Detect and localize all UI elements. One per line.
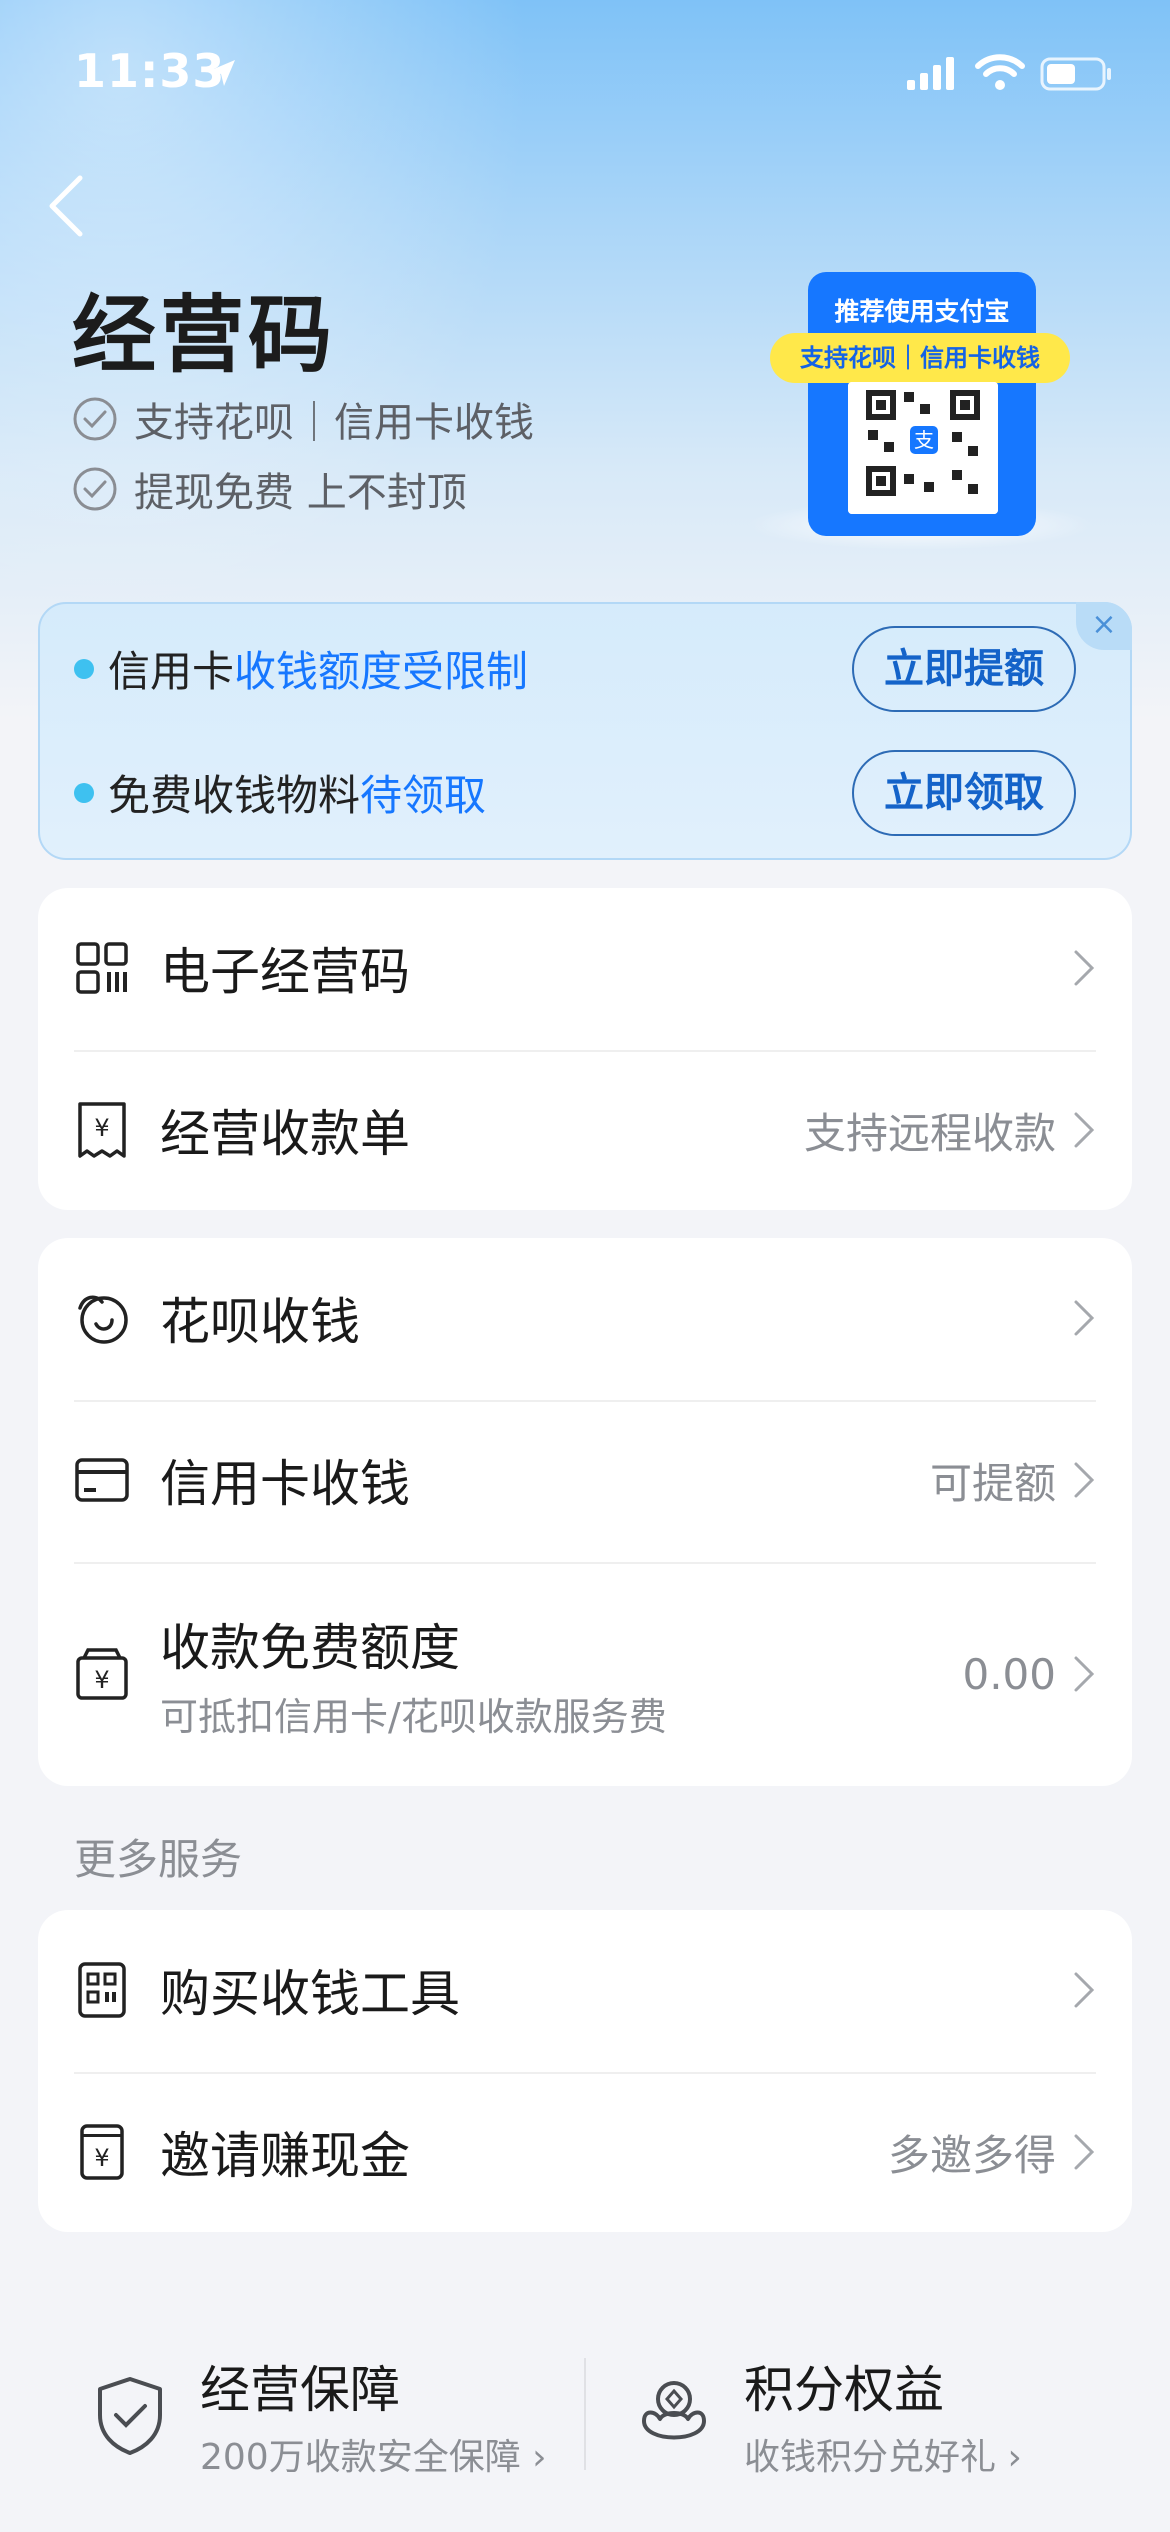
menu-item-label: 电子经营码 xyxy=(160,943,410,1001)
svg-text:支: 支 xyxy=(914,428,934,452)
chevron-right-icon xyxy=(1074,1112,1095,1148)
qr-tool-icon xyxy=(78,1962,126,2018)
menu-item-value: 可提额 xyxy=(929,1458,1056,1508)
menu-item-label: 经营收款单 xyxy=(160,1105,410,1163)
bottom-item-subtitle: 收钱积分兑好礼 › xyxy=(744,2437,1022,2478)
menu-item-text: 收款免费额度 可抵扣信用卡/花呗收款服务费 xyxy=(160,1608,962,1741)
notice-text: 信用卡 xyxy=(108,647,235,696)
menu-item-buy-tools[interactable]: 购买收钱工具 xyxy=(74,1910,1096,2070)
menu-item-invite[interactable]: ¥ 邀请赚现金 多邀多得 xyxy=(74,2072,1096,2232)
chevron-right-icon xyxy=(1074,1972,1095,2008)
bullet-dot-icon xyxy=(74,658,94,679)
menu-item-label: 收款免费额度 xyxy=(160,1618,460,1677)
notice-row: 免费收钱物料 待领取 xyxy=(74,762,486,823)
feature-text: 支持花呗｜信用卡收钱 xyxy=(134,400,534,446)
feature-text: 提现免费 上不封顶 xyxy=(134,470,467,516)
back-chevron-icon[interactable] xyxy=(44,174,88,238)
bullet-dot-icon xyxy=(74,782,94,803)
bottom-item-points[interactable]: 积分权益 收钱积分兑好礼 › xyxy=(634,2350,1022,2480)
qr-grid-icon xyxy=(76,942,128,994)
divider xyxy=(584,2358,586,2470)
huabei-icon xyxy=(78,1295,128,1344)
chevron-right-icon xyxy=(1074,1300,1095,1336)
wifi-icon xyxy=(975,54,1025,90)
feature-item: 支持花呗｜信用卡收钱 xyxy=(72,390,534,448)
chevron-right-icon xyxy=(1074,2134,1095,2170)
cellular-signal-icon xyxy=(907,57,954,90)
notice-text: 免费收钱物料 xyxy=(108,771,361,820)
svg-text:¥: ¥ xyxy=(94,2144,109,2172)
menu-item-huabei[interactable]: 花呗收钱 xyxy=(74,1238,1096,1398)
menu-item-label: 花呗收钱 xyxy=(160,1293,360,1351)
bottom-item-title: 积分权益 xyxy=(744,2361,944,2419)
points-icon xyxy=(642,2381,706,2440)
receipt-icon: ¥ xyxy=(78,1102,126,1158)
wallet-yen-icon: ¥ xyxy=(76,1648,128,1700)
bottom-item-protection[interactable]: 经营保障 200万收款安全保障 › xyxy=(90,2350,547,2480)
menu-item-free-quota[interactable]: ¥ 收款免费额度 可抵扣信用卡/花呗收款服务费 0.00 xyxy=(74,1562,1096,1786)
svg-text:¥: ¥ xyxy=(94,1666,109,1694)
notice-highlight: 待领取 xyxy=(360,771,487,820)
check-circle-icon xyxy=(73,397,117,441)
menu-item-label: 购买收钱工具 xyxy=(160,1965,460,2023)
promo-ribbon: 支持花呗｜信用卡收钱 xyxy=(770,333,1070,383)
menu-item-value: 0.00 xyxy=(962,1649,1056,1699)
shield-check-icon xyxy=(98,2377,162,2455)
location-arrow-icon xyxy=(209,60,235,86)
qr-code-image: 支 xyxy=(848,382,998,514)
chevron-right-icon xyxy=(1074,1462,1095,1498)
menu-item-credit-card[interactable]: 信用卡收钱 可提额 xyxy=(74,1400,1096,1560)
notice-highlight: 收钱额度受限制 xyxy=(234,647,529,696)
promo-title: 推荐使用支付宝 xyxy=(834,297,1010,326)
invite-cash-icon: ¥ xyxy=(80,2124,124,2180)
menu-item-value: 支持远程收款 xyxy=(803,1108,1056,1158)
menu-item-receipt[interactable]: ¥ 经营收款单 支持远程收款 xyxy=(74,1050,1096,1210)
menu-item-label: 信用卡收钱 xyxy=(160,1455,410,1513)
battery-icon xyxy=(1040,57,1111,91)
menu-item-label: 邀请赚现金 xyxy=(160,2127,410,2185)
raise-limit-button[interactable]: 立即提额 xyxy=(852,626,1076,712)
menu-item-electronic-code[interactable]: 电子经营码 xyxy=(74,888,1096,1048)
credit-card-icon xyxy=(75,1458,129,1502)
chevron-right-icon xyxy=(1074,1656,1095,1692)
status-time: 11:33 xyxy=(74,44,226,98)
page-title: 经营码 xyxy=(72,286,337,384)
menu-item-value: 多邀多得 xyxy=(887,2130,1056,2180)
svg-text:¥: ¥ xyxy=(94,1114,109,1142)
notice-row: 信用卡 收钱额度受限制 xyxy=(74,638,528,699)
claim-now-button[interactable]: 立即领取 xyxy=(852,750,1076,836)
bottom-item-subtitle: 200万收款安全保障 › xyxy=(200,2437,547,2478)
check-circle-icon xyxy=(73,467,117,511)
feature-item: 提现免费 上不封顶 xyxy=(72,460,467,518)
chevron-right-icon xyxy=(1074,950,1095,986)
section-title: 更多服务 xyxy=(74,1835,243,1884)
menu-item-subtitle: 可抵扣信用卡/花呗收款服务费 xyxy=(160,1694,667,1739)
bottom-item-title: 经营保障 xyxy=(200,2361,400,2419)
close-icon[interactable]: × xyxy=(1076,602,1132,650)
